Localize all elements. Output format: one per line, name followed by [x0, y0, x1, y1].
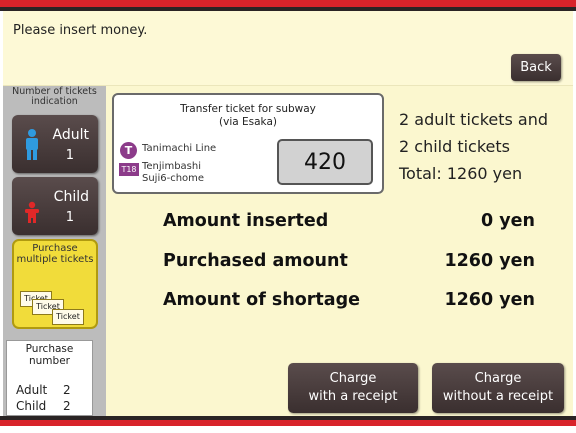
adult-person-icon [26, 129, 38, 160]
ticket-machine-screen: Please insert money. Back Number of tick… [3, 11, 573, 416]
purchased-amount-value: 1260 yen [444, 251, 535, 271]
tanimachi-line-icon: T [120, 142, 137, 159]
adult-count: 1 [65, 148, 74, 163]
purchase-summary: 2 adult tickets and 2 child tickets Tota… [399, 106, 548, 187]
purchase-number-title: Purchase number [25, 343, 74, 367]
ticket-count-title: Number of tickets indication [12, 86, 97, 107]
purchase-number-adult: Adult 2 [16, 383, 71, 397]
ticket-count-panel: Number of tickets indication Adult 1 Chi… [3, 86, 106, 416]
adult-ticket-button[interactable]: Adult 1 [12, 115, 98, 173]
bottom-accent-bar [0, 420, 576, 426]
child-ticket-button[interactable]: Child 1 [12, 177, 98, 235]
summary-children: 2 child tickets [399, 137, 510, 156]
charge-with-receipt-button[interactable]: Charge with a receipt [288, 363, 418, 413]
purchase-number-box: Purchase number Adult 2 Child 2 [6, 340, 93, 416]
station-code-badge: T18 [119, 163, 139, 176]
shortage-amount-label: Amount of shortage [163, 290, 361, 310]
amount-inserted-value: 0 yen [480, 211, 535, 231]
purchased-amount-label: Purchased amount [163, 251, 348, 271]
amount-inserted-label: Amount inserted [163, 211, 329, 231]
ticket-title: Transfer ticket for subway (via Esaka) [114, 103, 382, 129]
station-name: Tenjimbashi Suji6-chome [142, 161, 204, 185]
line-name: Tanimachi Line [142, 143, 217, 154]
summary-adults: 2 adult tickets and [399, 110, 549, 129]
purchase-number-child: Child 2 [16, 399, 71, 413]
ticket-title-line1: Transfer ticket for subway [180, 103, 316, 115]
charge-receipt-line2: with a receipt [308, 389, 398, 404]
back-button[interactable]: Back [511, 54, 561, 81]
station-name-line2: Suji6-chome [142, 173, 205, 184]
charge-without-receipt-button[interactable]: Charge without a receipt [432, 363, 564, 413]
pn-child-label: Child [16, 399, 47, 413]
charge-receipt-line1: Charge [329, 371, 377, 386]
child-count: 1 [65, 210, 74, 225]
child-person-icon [25, 201, 39, 223]
station-name-line1: Tenjimbashi [142, 161, 201, 172]
charge-noreceipt-line1: Charge [474, 371, 522, 386]
pn-child-value: 2 [63, 399, 71, 413]
top-accent-bar [0, 0, 576, 7]
purchase-multiple-tickets-button[interactable]: Purchase multiple tickets Ticket Ticket … [12, 239, 98, 329]
adult-label: Adult [52, 127, 89, 143]
ticket-stack-icon-3: Ticket [52, 309, 84, 325]
summary-total: Total: 1260 yen [399, 164, 523, 183]
message-bar: Please insert money. Back [3, 11, 573, 86]
pn-adult-label: Adult [16, 383, 48, 397]
charge-noreceipt-line2: without a receipt [442, 389, 554, 404]
child-label: Child [53, 189, 89, 205]
ticket-title-line2: (via Esaka) [219, 116, 277, 128]
selected-ticket-card: Transfer ticket for subway (via Esaka) T… [112, 93, 384, 194]
purchase-multiple-label: Purchase multiple tickets [16, 243, 94, 265]
pn-adult-value: 2 [63, 383, 71, 397]
shortage-amount-value: 1260 yen [444, 290, 535, 310]
ticket-price: 420 [277, 139, 373, 185]
status-message: Please insert money. [13, 23, 148, 38]
